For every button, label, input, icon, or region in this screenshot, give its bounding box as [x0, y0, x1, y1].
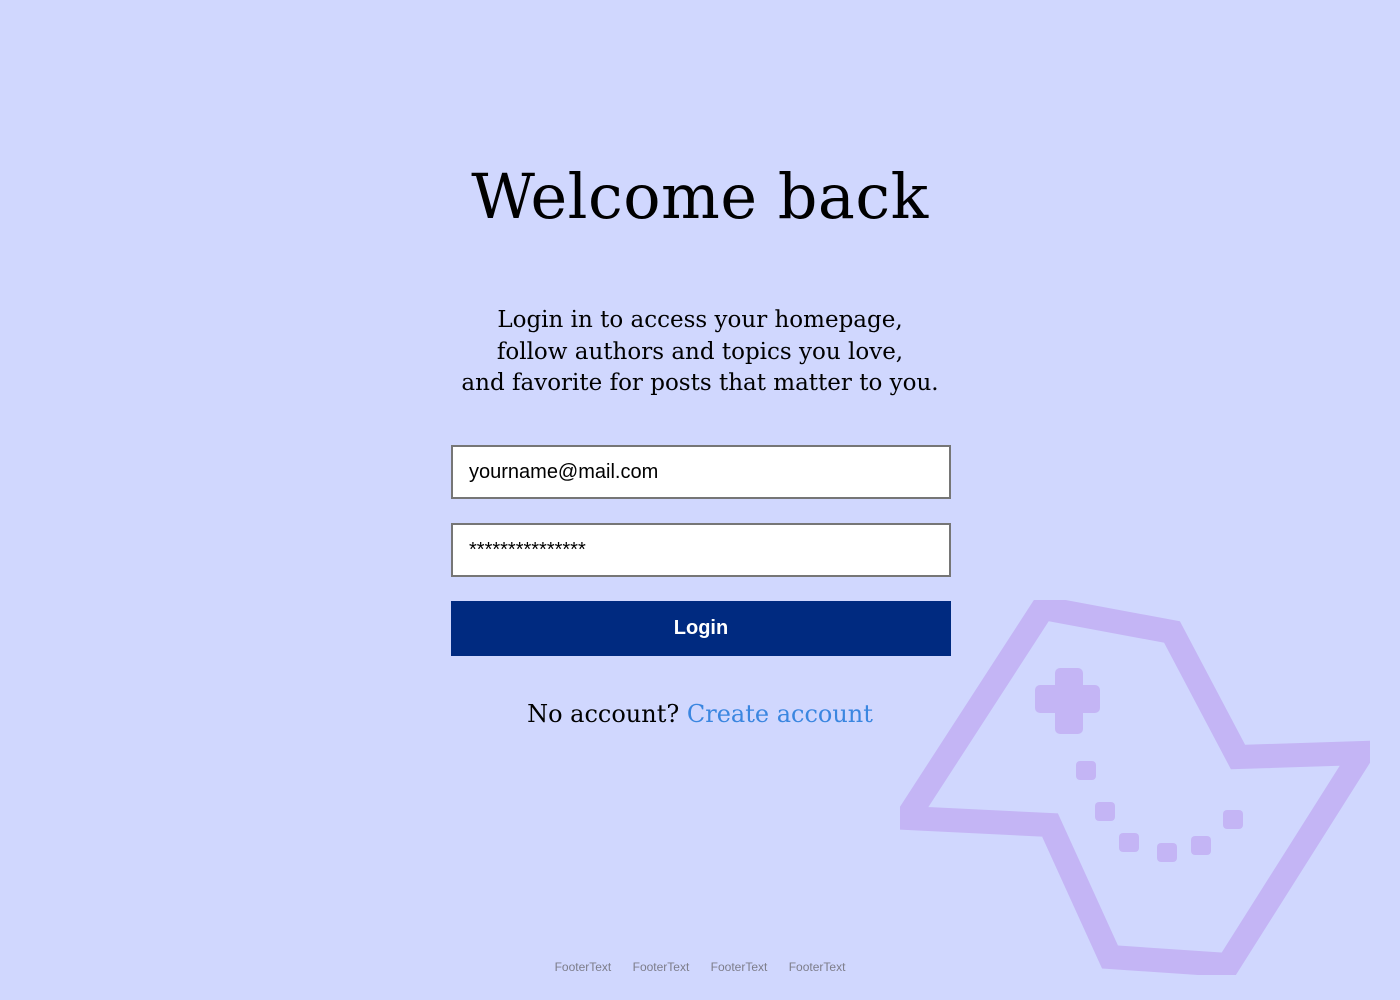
signup-prompt: No account?	[527, 700, 680, 728]
intro-text: Login in to access your homepage, follow…	[0, 305, 1400, 400]
footer: FooterText FooterText FooterText FooterT…	[0, 960, 1400, 974]
game-map-icon	[900, 600, 1370, 975]
footer-link-2[interactable]: FooterText	[633, 960, 690, 974]
intro-line-1: Login in to access your homepage,	[497, 307, 903, 333]
signup-prompt-row: No account? Create account	[0, 700, 1400, 728]
footer-link-4[interactable]: FooterText	[789, 960, 846, 974]
create-account-link[interactable]: Create account	[687, 700, 873, 728]
login-button[interactable]: Login	[451, 601, 951, 656]
page-title: Welcome back	[471, 160, 929, 233]
intro-line-2: follow authors and topics you love,	[496, 338, 904, 365]
email-field[interactable]	[451, 445, 951, 499]
footer-link-1[interactable]: FooterText	[555, 960, 612, 974]
footer-link-3[interactable]: FooterText	[711, 960, 768, 974]
intro-line-3: and favorite for posts that matter to yo…	[461, 370, 939, 396]
password-field[interactable]	[451, 523, 951, 577]
